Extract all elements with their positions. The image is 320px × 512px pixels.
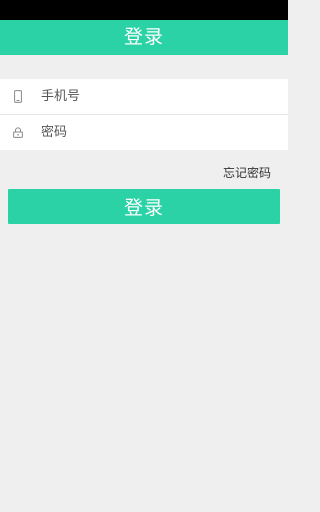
password-input[interactable] xyxy=(41,115,271,150)
password-row xyxy=(0,115,288,150)
status-bar xyxy=(0,0,288,20)
login-button[interactable]: 登录 xyxy=(8,189,280,224)
phone-icon xyxy=(11,89,25,105)
app-bar: 登录 xyxy=(0,20,288,55)
lock-icon xyxy=(11,125,25,141)
phone-row xyxy=(0,79,288,114)
page-title: 登录 xyxy=(123,26,164,48)
forgot-password-link[interactable]: 忘记密码 xyxy=(223,165,271,181)
phone-input[interactable] xyxy=(41,79,271,114)
login-form xyxy=(0,79,288,150)
